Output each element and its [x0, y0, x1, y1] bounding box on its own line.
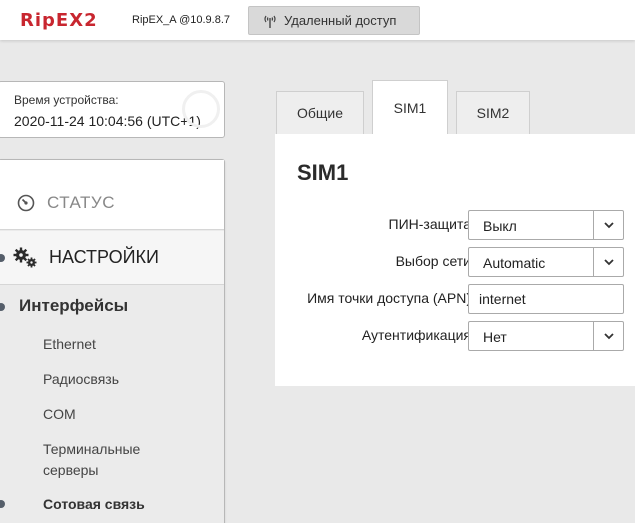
interfaces-bullet [0, 303, 5, 311]
nav-terminal-servers-line1[interactable]: Терминальные [43, 439, 140, 460]
tab-sim1-label: SIM1 [393, 100, 427, 116]
nav-cellular[interactable]: Сотовая связь [43, 494, 145, 515]
device-time-box: Время устройства: 2020-11-24 10:04:56 (U… [0, 81, 225, 138]
gears-icon [13, 247, 39, 269]
chevron-down-icon [593, 248, 623, 276]
nav-terminal-servers-line2[interactable]: серверы [43, 460, 99, 481]
clock-watermark-icon [182, 90, 220, 128]
nav-settings[interactable]: НАСТРОЙКИ [0, 231, 224, 285]
chevron-down-icon [593, 211, 623, 239]
apn-input[interactable] [468, 284, 624, 314]
tab-general[interactable]: Общие [276, 91, 364, 134]
pin-value: Выкл [483, 218, 517, 234]
sidebar: СТАТУС НАСТРОЙКИ Интерфейсы Ethernet Рад… [0, 159, 225, 523]
nav-ethernet[interactable]: Ethernet [43, 334, 96, 355]
auth-value: Нет [483, 329, 507, 345]
tab-sim1[interactable]: SIM1 [372, 80, 448, 135]
network-value: Automatic [483, 255, 546, 271]
gauge-icon [17, 194, 35, 212]
nav-interfaces[interactable]: Интерфейсы [19, 296, 128, 316]
auth-select[interactable]: Нет [468, 321, 624, 351]
ripex-logo[interactable]: RipEX2 [20, 10, 98, 31]
network-label: Выбор сети [395, 253, 471, 269]
top-header: RipEX2 RipEX_A @10.9.8.7 Удаленный досту… [0, 0, 635, 40]
remote-access-button[interactable]: Удаленный доступ [248, 6, 420, 35]
pin-select[interactable]: Выкл [468, 210, 624, 240]
apn-label: Имя точки доступа (APN) [307, 290, 471, 306]
remote-access-label: Удаленный доступ [284, 13, 397, 28]
sim1-panel: SIM1 ПИН-защита Выкл Выбор сети Automati… [275, 134, 635, 386]
tab-sim2[interactable]: SIM2 [456, 91, 530, 134]
tab-sim2-label: SIM2 [476, 105, 510, 121]
tab-general-label: Общие [296, 105, 344, 121]
pin-label: ПИН-защита [388, 216, 471, 232]
panel-title: SIM1 [297, 160, 349, 185]
antenna-icon [263, 14, 277, 28]
auth-label: Аутентификация [361, 327, 471, 343]
nav-status[interactable]: СТАТУС [0, 160, 224, 230]
chevron-down-icon [593, 322, 623, 350]
nav-com[interactable]: COM [43, 404, 76, 425]
nav-settings-label: НАСТРОЙКИ [49, 247, 159, 267]
nav-status-label: СТАТУС [47, 192, 116, 212]
nav-radio[interactable]: Радиосвязь [43, 369, 119, 390]
network-select[interactable]: Automatic [468, 247, 624, 277]
cellular-bullet [0, 500, 5, 508]
device-name: RipEX_A @10.9.8.7 [132, 14, 231, 26]
